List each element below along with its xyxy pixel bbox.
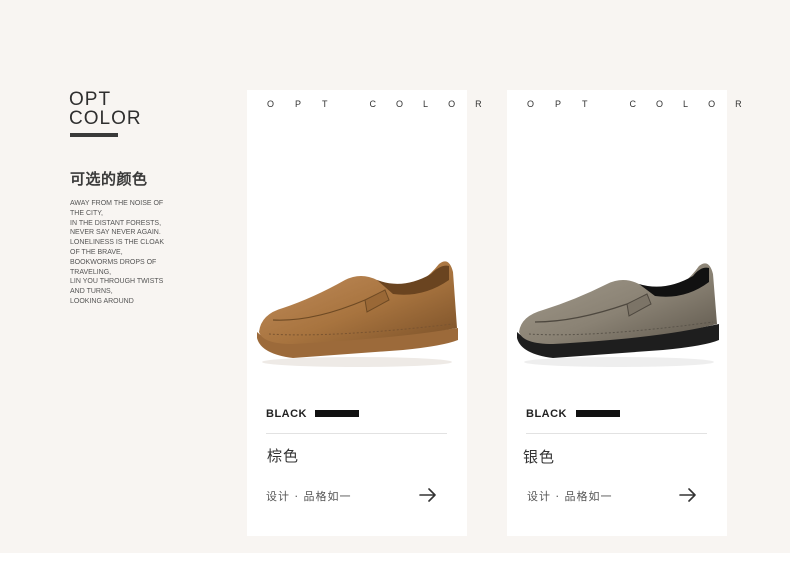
heading-line-1: OPT xyxy=(69,89,112,110)
header-letter: R xyxy=(475,99,482,109)
poem-line: IN THE DISTANT FORESTS, xyxy=(70,219,162,227)
heading-line-2: COLOR xyxy=(69,108,142,129)
poem-text: AWAY FROM THE NOISE OF THE CITY, IN THE … xyxy=(70,199,180,307)
color-name: 银色 xyxy=(523,448,556,466)
poem-line: TRAVELING, xyxy=(70,268,112,276)
header-letter: O xyxy=(267,99,275,109)
header-letter: L xyxy=(683,99,689,109)
header-letter: R xyxy=(735,99,742,109)
header-letter: P xyxy=(295,99,302,109)
card-header-label: O P T C O L O R xyxy=(527,99,742,109)
header-letter: O xyxy=(396,99,404,109)
header-letter: O xyxy=(448,99,456,109)
arrow-right-icon[interactable] xyxy=(679,488,697,502)
poem-line: OF THE BRAVE, xyxy=(70,248,123,256)
poem-line: AWAY FROM THE NOISE OF xyxy=(70,200,164,207)
poem-line: LONELINESS IS THE CLOAK xyxy=(70,239,165,247)
brown-loafer-image xyxy=(257,261,458,367)
section-heading: OPT COLOR xyxy=(69,90,142,128)
grey-loafer-image xyxy=(517,263,719,367)
color-swatch-bar xyxy=(576,410,620,417)
design-tagline: 设计 · 品格如一 xyxy=(266,490,352,503)
header-letter: T xyxy=(322,99,328,109)
poem-line: AND TURNS, xyxy=(70,288,113,296)
section-subtitle: 可选的颜色 xyxy=(70,170,148,188)
header-letter: C xyxy=(629,99,637,109)
arrow-right-icon[interactable] xyxy=(419,488,437,502)
poem-line: LIN YOU THROUGH TWISTS xyxy=(70,278,164,286)
header-letter: O xyxy=(656,99,664,109)
header-letter: O xyxy=(708,99,716,109)
card-header-label: O P T C O L O R xyxy=(267,99,482,109)
header-letter: O xyxy=(527,99,535,109)
color-name: 棕色 xyxy=(267,447,300,465)
color-swatch-bar xyxy=(315,410,359,417)
card-divider xyxy=(526,433,707,434)
poem-line: BOOKWORMS DROPS OF xyxy=(70,258,157,266)
design-tagline: 设计 · 品格如一 xyxy=(527,490,613,503)
header-letter: L xyxy=(423,99,429,109)
poem-line: NEVER SAY NEVER AGAIN. xyxy=(70,229,161,237)
card-divider xyxy=(266,433,447,434)
color-label: BLACK xyxy=(526,408,567,420)
header-letter: T xyxy=(582,99,588,109)
poem-line: THE CITY, xyxy=(70,209,103,217)
header-letter: C xyxy=(369,99,377,109)
poem-line: LOOKING AROUND xyxy=(70,297,134,305)
product-card-brown[interactable]: O P T C O L O R BLACK 棕色 设计 · 品格如一 xyxy=(247,90,482,536)
color-label: BLACK xyxy=(266,408,307,420)
header-letter: P xyxy=(555,99,562,109)
heading-underline xyxy=(70,133,118,137)
product-card-grey[interactable]: O P T C O L O R BLACK 银色 设计 · 品格如一 xyxy=(507,90,742,536)
